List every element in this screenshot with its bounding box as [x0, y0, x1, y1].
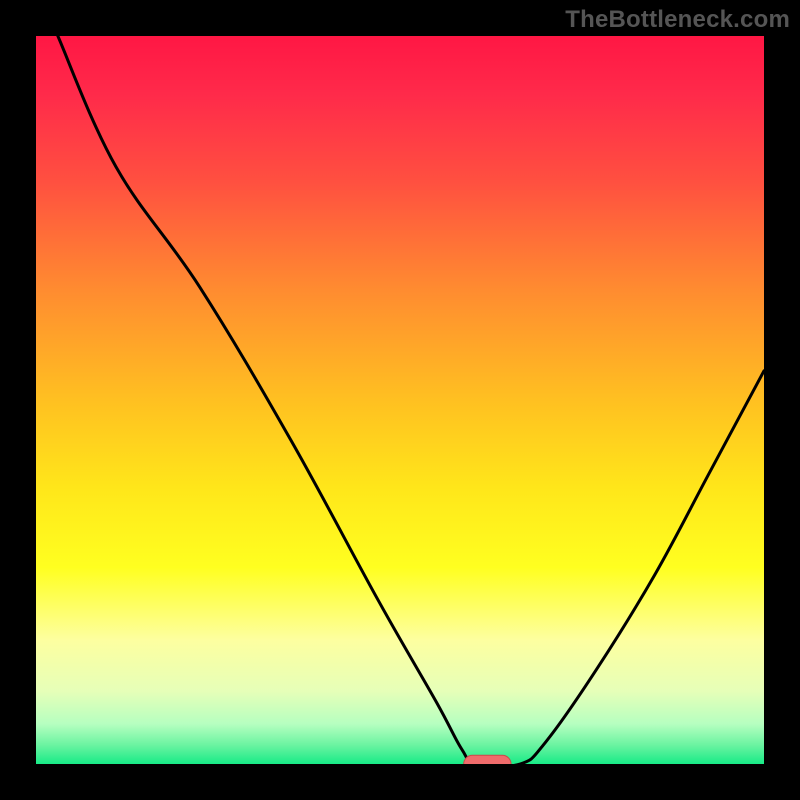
chart-stage: TheBottleneck.com	[0, 0, 800, 800]
optimal-marker-pill	[464, 755, 511, 764]
bottleneck-chart	[36, 36, 764, 764]
gradient-background	[36, 36, 764, 764]
watermark-text: TheBottleneck.com	[565, 6, 790, 34]
